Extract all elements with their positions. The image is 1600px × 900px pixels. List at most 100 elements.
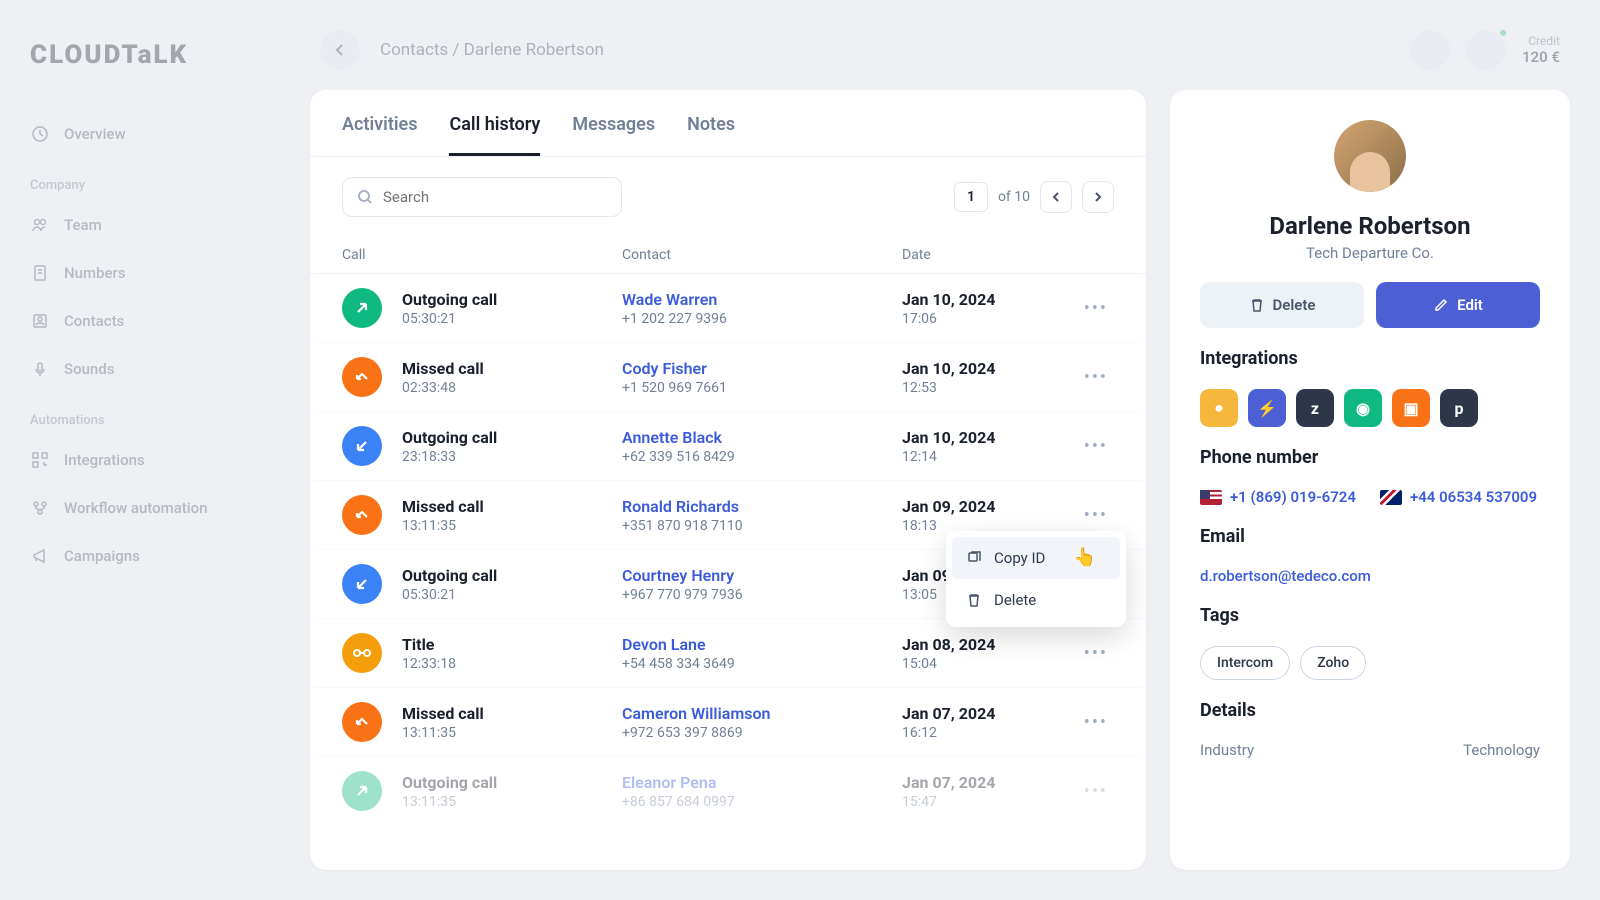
overview-icon: [30, 124, 50, 144]
row-more-button[interactable]: •••: [1078, 637, 1114, 670]
call-duration: 02:33:48: [402, 380, 622, 396]
logo: CLOUDTaLK: [30, 40, 250, 70]
contact-name-link[interactable]: Cameron Williamson: [622, 704, 902, 723]
back-button[interactable]: [320, 30, 360, 70]
title-call-icon: [342, 633, 382, 673]
tag-row: Intercom Zoho: [1200, 646, 1540, 680]
integration-badge[interactable]: ◉: [1344, 389, 1382, 427]
nav-integrations[interactable]: Integrations: [30, 436, 250, 484]
email-title: Email: [1200, 526, 1540, 547]
breadcrumb: Contacts / Darlene Robertson: [380, 40, 604, 60]
ctx-delete[interactable]: Delete: [952, 579, 1120, 621]
row-more-button[interactable]: •••: [1078, 775, 1114, 808]
row-more-button[interactable]: •••: [1078, 430, 1114, 463]
phone-item[interactable]: +1 (869) 019-6724: [1200, 488, 1356, 506]
contact-name-link[interactable]: Eleanor Pena: [622, 773, 902, 792]
contact-detail-panel: Darlene Robertson Tech Departure Co. Del…: [1170, 90, 1570, 870]
email-link[interactable]: d.robertson@tedeco.com: [1200, 567, 1540, 585]
call-duration: 23:18:33: [402, 449, 622, 465]
contact-name-link[interactable]: Annette Black: [622, 428, 902, 447]
sidebar: CLOUDTaLK Overview Company Team Numbers …: [0, 0, 280, 900]
contact-name-link[interactable]: Cody Fisher: [622, 359, 902, 378]
nav-team[interactable]: Team: [30, 201, 250, 249]
nav-numbers[interactable]: Numbers: [30, 249, 250, 297]
call-row[interactable]: Outgoing call 05:30:21 Wade Warren +1 20…: [310, 274, 1146, 343]
call-row[interactable]: Title 12:33:18 Devon Lane +54 458 334 36…: [310, 619, 1146, 688]
delete-button[interactable]: Delete: [1200, 282, 1364, 328]
out-call-icon: [342, 288, 382, 328]
next-page-button[interactable]: [1082, 181, 1114, 213]
call-row[interactable]: Missed call 02:33:48 Cody Fisher +1 520 …: [310, 343, 1146, 412]
call-type: Missed call: [402, 359, 622, 378]
contact-name-link[interactable]: Courtney Henry: [622, 566, 902, 585]
phone-item[interactable]: +44 06534 537009: [1380, 488, 1537, 506]
integrations-icon: [30, 450, 50, 470]
call-row[interactable]: Outgoing call 13:11:35 Eleanor Pena +86 …: [310, 757, 1146, 825]
add-button[interactable]: [1410, 30, 1450, 70]
integration-badge[interactable]: ⚡: [1248, 389, 1286, 427]
tab-activities[interactable]: Activities: [342, 114, 417, 156]
integration-badge[interactable]: ▣: [1392, 389, 1430, 427]
contact-phone: +972 653 397 8869: [622, 725, 902, 741]
tags-title: Tags: [1200, 605, 1540, 626]
breadcrumb-current: Darlene Robertson: [464, 40, 604, 60]
search-field[interactable]: [342, 177, 622, 217]
nav-label: Team: [64, 216, 102, 234]
nav-contacts[interactable]: Contacts: [30, 297, 250, 345]
search-icon: [357, 189, 373, 205]
call-row[interactable]: Outgoing call 23:18:33 Annette Black +62…: [310, 412, 1146, 481]
nav-workflow[interactable]: Workflow automation: [30, 484, 250, 532]
row-more-button[interactable]: •••: [1078, 499, 1114, 532]
call-rows: Outgoing call 05:30:21 Wade Warren +1 20…: [310, 274, 1146, 870]
user-avatar[interactable]: [1466, 30, 1506, 70]
call-time: 12:14: [902, 449, 1078, 465]
workflow-icon: [30, 498, 50, 518]
call-row[interactable]: Missed call 13:11:35 Cameron Williamson …: [310, 688, 1146, 757]
tab-messages[interactable]: Messages: [572, 114, 655, 156]
prev-page-button[interactable]: [1040, 181, 1072, 213]
contact-name-link[interactable]: Ronald Richards: [622, 497, 902, 516]
pagination: 1 of 10: [954, 181, 1114, 213]
call-type: Outgoing call: [402, 290, 622, 309]
integrations-row: ● ⚡ z ◉ ▣ p: [1200, 389, 1540, 427]
breadcrumb-parent[interactable]: Contacts: [380, 40, 448, 60]
tab-call-history[interactable]: Call history: [449, 114, 540, 156]
contact-name-link[interactable]: Wade Warren: [622, 290, 902, 309]
credit-display: Credit 120 €: [1522, 34, 1560, 66]
ctx-copy-id[interactable]: Copy ID 👆: [952, 537, 1120, 579]
miss-call-icon: [342, 495, 382, 535]
call-date: Jan 10, 2024: [902, 290, 1078, 309]
details-section: IndustryTechnology: [1200, 741, 1540, 759]
call-time: 16:12: [902, 725, 1078, 741]
nav-label: Integrations: [64, 451, 145, 469]
contact-phone: +1 202 227 9396: [622, 311, 902, 327]
nav-campaigns[interactable]: Campaigns: [30, 532, 250, 580]
nav-sounds[interactable]: Sounds: [30, 345, 250, 393]
row-more-button[interactable]: •••: [1078, 706, 1114, 739]
trash-icon: [1249, 297, 1265, 313]
edit-button[interactable]: Edit: [1376, 282, 1540, 328]
call-time: 17:06: [902, 311, 1078, 327]
row-more-button[interactable]: •••: [1078, 292, 1114, 325]
integration-badge[interactable]: p: [1440, 389, 1478, 427]
integration-badge[interactable]: ●: [1200, 389, 1238, 427]
call-time: 15:47: [902, 794, 1078, 810]
call-row[interactable]: Missed call 13:11:35 Ronald Richards +35…: [310, 481, 1146, 550]
tag[interactable]: Zoho: [1300, 646, 1366, 680]
nav-label: Sounds: [64, 360, 114, 378]
context-menu: Copy ID 👆 Delete: [946, 531, 1126, 627]
contact-phone: +62 339 516 8429: [622, 449, 902, 465]
miss-call-icon: [342, 702, 382, 742]
contact-name: Darlene Robertson: [1200, 212, 1540, 240]
integration-badge[interactable]: z: [1296, 389, 1334, 427]
tag[interactable]: Intercom: [1200, 646, 1290, 680]
call-date: Jan 07, 2024: [902, 704, 1078, 723]
nav-overview[interactable]: Overview: [30, 110, 250, 158]
contact-name-link[interactable]: Devon Lane: [622, 635, 902, 654]
cursor-icon: 👆: [1074, 547, 1096, 568]
us-flag-icon: [1200, 490, 1222, 505]
tab-notes[interactable]: Notes: [687, 114, 735, 156]
contact-phone: +86 857 684 0997: [622, 794, 902, 810]
search-input[interactable]: [383, 188, 607, 206]
row-more-button[interactable]: •••: [1078, 361, 1114, 394]
